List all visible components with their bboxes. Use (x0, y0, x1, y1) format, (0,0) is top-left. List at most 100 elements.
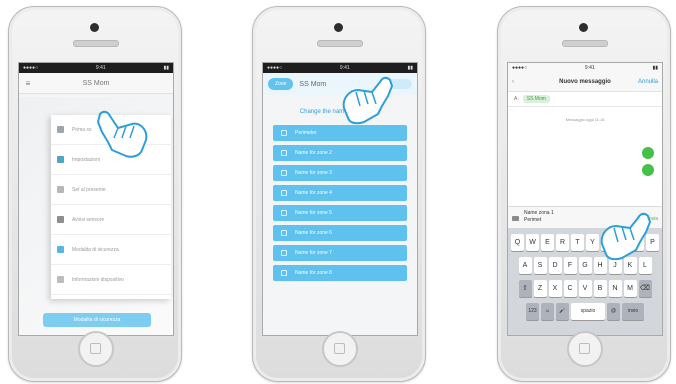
phone-mockup-2: ●●●●○ 9:41 ▮▮ Zone SS Mom Change the name … (252, 6, 426, 382)
item-icon (57, 276, 64, 283)
key-e[interactable]: E (541, 234, 554, 251)
status-bar: ●●●●○ 9:41 ▮▮ (263, 63, 417, 73)
phone-mockup-3: ●●●●○ 9:41 ▮▮ ‹ Nuovo messaggio Annulla A:… (497, 6, 671, 382)
nav-bar: ‹ Nuovo messaggio Annulla (508, 73, 662, 92)
backspace-key[interactable]: ⌫ (638, 280, 652, 297)
key-z[interactable]: Z (533, 280, 547, 297)
phone-mockup-1: ●●●●○ 9:41 ▮▮ ≡ SS Mom Prima ss Impostazio… (8, 6, 182, 382)
menu-item-label: Avvisi sensore (72, 216, 105, 223)
zone-button-2[interactable]: Name for zone 2 (273, 145, 407, 161)
pointing-hand-icon (600, 212, 651, 261)
zone-icon (281, 250, 287, 256)
item-icon (57, 186, 64, 193)
message-input[interactable]: Name zona 1 Perimet (524, 210, 554, 224)
zone-label: Name for zone 3 (295, 170, 332, 176)
tab-zone[interactable]: Zone (268, 78, 294, 90)
status-time: 9:41 (339, 65, 350, 71)
key-c[interactable]: C (563, 280, 577, 297)
key-bottom-0[interactable]: 123 (526, 303, 539, 320)
earpiece-speaker (562, 40, 608, 47)
item-icon (57, 156, 64, 163)
item-icon (57, 246, 64, 253)
zone-button-4[interactable]: Name for zone 4 (273, 185, 407, 201)
zone-button-1[interactable]: Perimeter (273, 125, 407, 141)
camera-icon[interactable] (512, 216, 519, 221)
key-q[interactable]: Q (511, 234, 524, 251)
key-m[interactable]: M (623, 280, 637, 297)
zone-icon (281, 150, 287, 156)
key-bottom-1[interactable]: ☺ (541, 303, 554, 320)
zone-label: Perimeter (295, 130, 317, 136)
pointing-hand-icon (97, 110, 148, 158)
key-x[interactable]: X (548, 280, 562, 297)
menu-item-label: Modalita di sicurezza (72, 246, 119, 253)
zone-icon (281, 170, 287, 176)
zone-list: Perimeter Name for zone 2 Name for zone … (273, 125, 407, 281)
key-bottom-3[interactable]: spazio (571, 303, 605, 320)
cancel-button[interactable]: Annulla (638, 79, 658, 85)
zone-button-3[interactable]: Name for zone 3 (273, 165, 407, 181)
keyboard-row-3: ⇧ Z X C V B N M ⌫ (508, 280, 662, 297)
status-bar: ●●●●○ 9:41 ▮▮ (19, 63, 173, 73)
key-w[interactable]: W (526, 234, 539, 251)
key-bottom-2[interactable]: 🎤 (556, 303, 569, 320)
key-bottom-5[interactable]: invio (622, 303, 644, 320)
nav-bar: ≡ SS Mom (19, 73, 173, 94)
key-g[interactable]: G (578, 257, 592, 274)
zone-button-5[interactable]: Name for zone 5 (273, 205, 407, 221)
screen-3: ●●●●○ 9:41 ▮▮ ‹ Nuovo messaggio Annulla A:… (507, 62, 663, 336)
zone-button-7[interactable]: Name for zone 7 (273, 245, 407, 261)
menu-item-label: Prima ss (72, 126, 92, 133)
key-a[interactable]: A (518, 257, 532, 274)
menu-item-4[interactable]: Avvisi sensore (51, 205, 171, 235)
pointing-hand-icon (342, 76, 393, 125)
key-f[interactable]: F (563, 257, 577, 274)
key-r[interactable]: R (556, 234, 569, 251)
zone-icon (281, 190, 287, 196)
to-label: A: (514, 96, 519, 102)
security-mode-button[interactable]: Modalita di sicurezza (43, 313, 151, 327)
page-title: SS Mom (82, 79, 110, 87)
key-n[interactable]: N (608, 280, 622, 297)
menu-item-6[interactable]: Informazioni dispositivo (51, 265, 171, 295)
shift-key[interactable]: ⇧ (518, 280, 532, 297)
message-bubble (642, 147, 654, 159)
recipient-field[interactable]: A: SS Mom (508, 92, 662, 107)
key-bottom-4[interactable]: @ (607, 303, 620, 320)
menu-item-3[interactable]: Set al presente (51, 175, 171, 205)
zone-icon (281, 130, 287, 136)
status-time: 9:41 (584, 65, 595, 71)
menu-item-5[interactable]: Modalita di sicurezza (51, 235, 171, 265)
page-title: Nuovo messaggio (559, 79, 611, 85)
zone-button-8[interactable]: Name for zone 8 (273, 265, 407, 281)
home-button[interactable] (567, 331, 603, 367)
menu-item-label: Informazioni dispositivo (72, 276, 124, 283)
home-button[interactable] (78, 331, 114, 367)
key-s[interactable]: S (533, 257, 547, 274)
front-camera (334, 23, 343, 32)
key-d[interactable]: D (548, 257, 562, 274)
zone-label: Name for zone 6 (295, 230, 332, 236)
message-line: Name zona 1 (524, 210, 554, 216)
menu-icon[interactable]: ≡ (19, 79, 37, 88)
message-line: Perimet (524, 217, 542, 223)
key-v[interactable]: V (578, 280, 592, 297)
front-camera (579, 23, 588, 32)
menu-item-label: Set al presente (72, 186, 106, 193)
earpiece-speaker (317, 40, 363, 47)
item-icon (57, 126, 64, 133)
zone-label: Name for zone 5 (295, 210, 332, 216)
zone-icon (281, 210, 287, 216)
item-icon (57, 216, 64, 223)
key-b[interactable]: B (593, 280, 607, 297)
status-time: 9:41 (95, 65, 106, 71)
zone-label: Name for zone 7 (295, 250, 332, 256)
back-button[interactable]: ‹ (512, 79, 532, 85)
home-button[interactable] (322, 331, 358, 367)
zone-label: Name for zone 2 (295, 150, 332, 156)
zone-button-6[interactable]: Name for zone 6 (273, 225, 407, 241)
recipient-chip[interactable]: SS Mom (522, 95, 550, 103)
status-bar: ●●●●○ 9:41 ▮▮ (508, 63, 662, 73)
zone-label: Name for zone 4 (295, 190, 332, 196)
key-t[interactable]: T (571, 234, 584, 251)
